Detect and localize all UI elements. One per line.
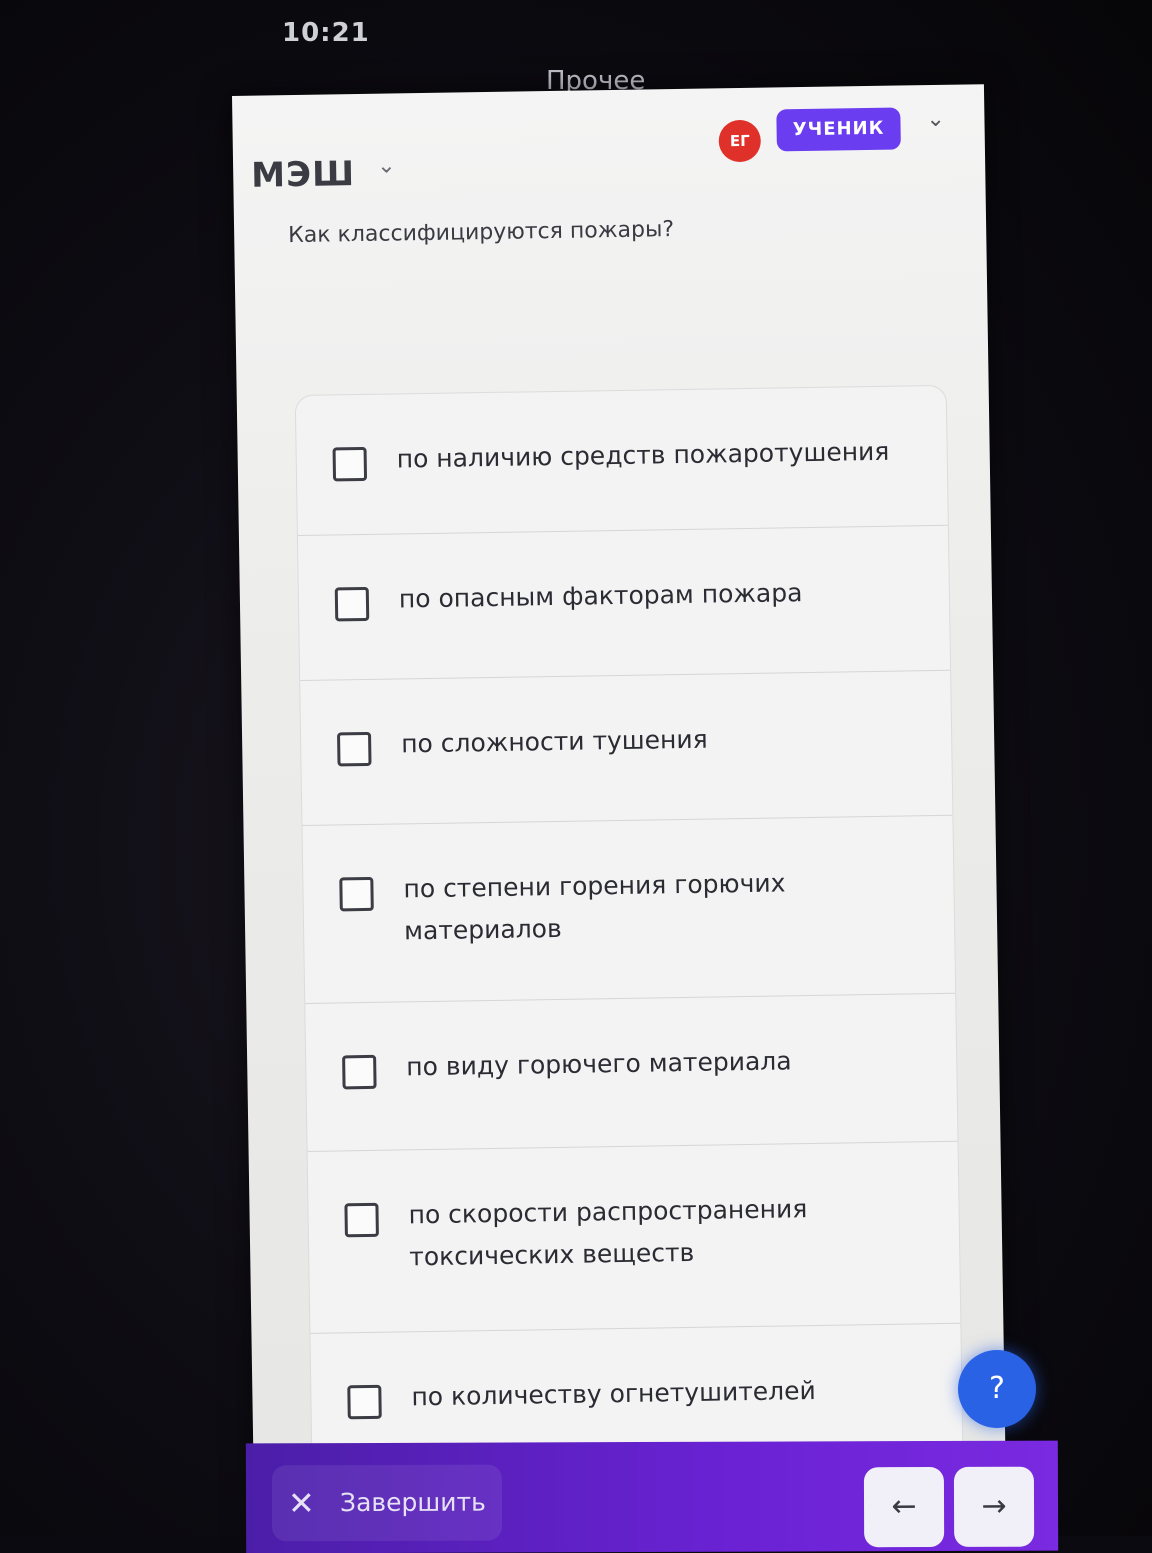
option-checkbox[interactable]: [347, 1384, 382, 1420]
option-checkbox[interactable]: [342, 1054, 377, 1090]
option-label: по степени горения горючих материалов: [403, 868, 786, 946]
prev-button[interactable]: ←: [863, 1466, 945, 1548]
close-icon: ✕: [287, 1484, 315, 1523]
option-checkbox[interactable]: [344, 1202, 379, 1238]
bottom-toolbar: ✕ Завершить ← →: [245, 1440, 1059, 1553]
option-label: по сложности тушения: [400, 724, 708, 759]
next-button[interactable]: →: [953, 1466, 1035, 1547]
arrow-right-icon: →: [981, 1488, 1007, 1524]
status-time: 10:21: [282, 18, 370, 48]
option-item[interactable]: по скорости распространения токсических …: [307, 1141, 961, 1334]
option-checkbox[interactable]: [332, 446, 368, 482]
option-item[interactable]: по опасным факторам пожара: [297, 525, 951, 682]
option-item[interactable]: по наличию средств пожаротушения: [295, 385, 948, 537]
help-button[interactable]: ?: [958, 1350, 1036, 1428]
finish-label: Завершить: [339, 1487, 486, 1518]
option-item[interactable]: по виду горючего материала: [305, 993, 958, 1152]
avatar[interactable]: ЕГ: [718, 119, 762, 163]
option-label: по опасным факторам пожара: [398, 578, 803, 614]
options-card: по наличию средств пожаротушения по опас…: [294, 384, 966, 1546]
app-logo[interactable]: МЭШ: [251, 154, 355, 196]
role-badge[interactable]: УЧЕНИК: [776, 107, 901, 152]
logo-chevron-down-icon[interactable]: ⌄: [377, 153, 396, 178]
option-checkbox[interactable]: [339, 876, 374, 912]
option-item[interactable]: по степени горения горючих материалов: [302, 815, 956, 1004]
profile-chevron-down-icon[interactable]: ⌄: [926, 107, 945, 132]
option-label: по количеству огнетушителей: [411, 1375, 816, 1412]
question-text: Как классифицируются пожары?: [288, 217, 675, 249]
finish-button[interactable]: ✕ Завершить: [271, 1464, 503, 1542]
option-label: по наличию средств пожаротушения: [396, 436, 890, 474]
option-item[interactable]: по сложности тушения: [300, 670, 953, 826]
app-screen: МЭШ ⌄ ЕГ УЧЕНИК ⌄ Как классифицируются п…: [232, 84, 1007, 1546]
option-label: по скорости распространения токсических …: [408, 1194, 808, 1272]
option-checkbox[interactable]: [334, 586, 370, 622]
arrow-left-icon: ←: [891, 1489, 917, 1525]
option-label: по виду горючего материала: [406, 1046, 792, 1082]
option-checkbox[interactable]: [337, 731, 372, 767]
